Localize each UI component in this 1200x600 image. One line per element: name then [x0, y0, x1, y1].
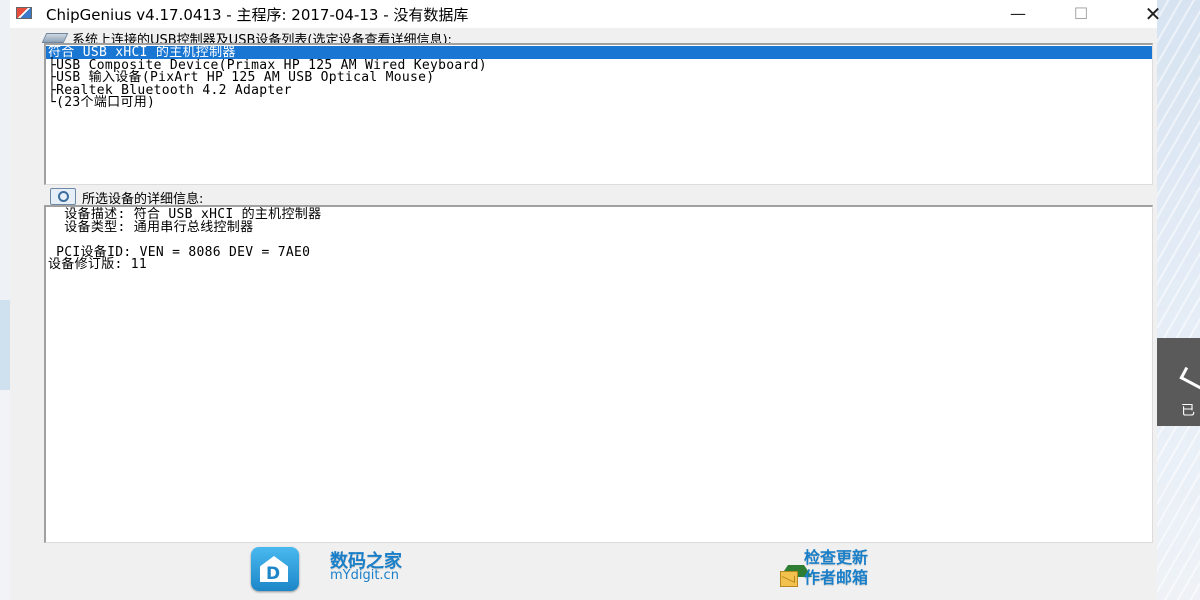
author-email-label: 作者邮箱 — [804, 568, 869, 587]
minimize-button[interactable]: — — [995, 0, 1041, 28]
detail-line: 设备修订版: 11 — [48, 257, 148, 272]
device-tree-item-label: (23个端口可用) — [56, 95, 156, 110]
app-window: ChipGenius v4.17.0413 - 主程序: 2017-04-13 … — [10, 0, 1161, 600]
usb-icon — [41, 33, 69, 43]
mydigit-logo[interactable]: D — [251, 547, 299, 591]
device-tree-list[interactable]: 符合 USB xHCI 的主机控制器 ├USB Composite Device(… — [44, 43, 1153, 185]
detail-line: 设备类型: 通用串行总线控制器 — [48, 219, 254, 235]
device-details-panel[interactable]: 设备描述: 符合 USB xHCI 的主机控制器 设备类型: 通用串行总线控制器… — [44, 205, 1153, 543]
toast-text: 已 — [1181, 403, 1195, 419]
magnifier-icon — [50, 188, 76, 205]
tree-connector: └ — [48, 95, 57, 110]
logo-letter: D — [266, 564, 281, 584]
desktop-background-left — [0, 0, 10, 600]
desktop-background-right — [1157, 0, 1200, 600]
app-icon — [16, 7, 32, 19]
close-button[interactable]: ✕ — [1130, 0, 1176, 28]
check-icon — [1179, 366, 1200, 391]
check-update-label: 检查更新 — [804, 548, 869, 567]
title-bar[interactable]: ChipGenius v4.17.0413 - 主程序: 2017-04-13 … — [10, 0, 1161, 28]
brand-name-en[interactable]: mYdigit.cn — [330, 568, 399, 583]
mail-icon — [780, 571, 798, 587]
device-tree-item[interactable]: └(23个端口可用) — [48, 96, 155, 109]
window-title: ChipGenius v4.17.0413 - 主程序: 2017-04-13 … — [46, 6, 469, 24]
maximize-button[interactable]: ☐ — [1058, 0, 1104, 28]
